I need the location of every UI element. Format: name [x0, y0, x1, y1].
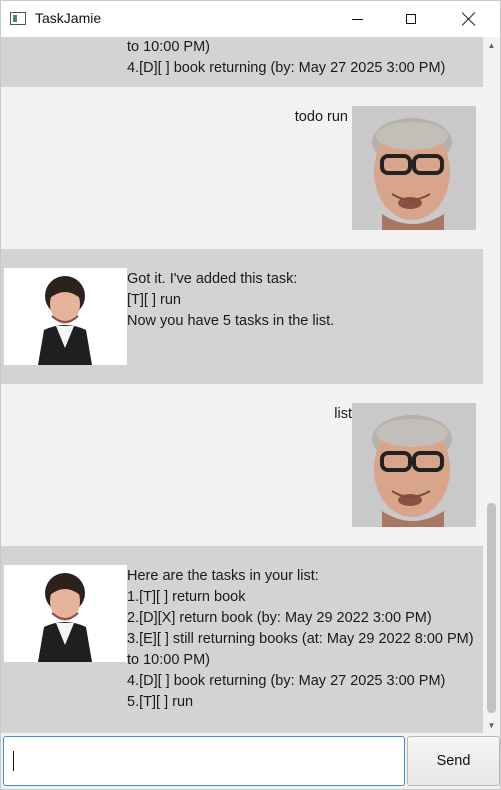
send-button[interactable]: Send — [407, 736, 500, 786]
close-button[interactable] — [446, 1, 492, 37]
message-line: Now you have 5 tasks in the list. — [127, 313, 335, 329]
text-caret — [13, 751, 14, 771]
close-icon — [462, 12, 476, 26]
title-bar: TaskJamie — [1, 1, 500, 37]
message-line: 4.[D][ ] book returning (by: May 27 2025… — [127, 60, 446, 76]
message-line: list — [334, 406, 352, 422]
vertical-scrollbar[interactable]: ▲ ▼ — [483, 37, 500, 733]
message-line: 2.[D][X] return book (by: May 29 2022 3:… — [127, 610, 432, 626]
message-line: Here are the tasks in your list: — [127, 568, 319, 584]
message-input[interactable] — [3, 736, 405, 786]
message-line: 3.[E][ ] still returning books (at: May … — [127, 631, 474, 647]
user-avatar — [352, 106, 476, 230]
app-window: TaskJamie to 10:00 PM) 4.[D][ ] book ret… — [0, 0, 501, 790]
message-line: 1.[T][ ] return book — [127, 589, 246, 605]
message-line: to 10:00 PM) — [127, 652, 211, 668]
bot-message: to 10:00 PM) 4.[D][ ] book returning (by… — [1, 37, 483, 87]
user-message: list — [1, 384, 483, 546]
user-avatar — [352, 403, 476, 527]
window-title: TaskJamie — [35, 10, 102, 26]
message-line: 4.[D][ ] book returning (by: May 27 2025… — [127, 673, 446, 689]
scroll-up-arrow[interactable]: ▲ — [483, 37, 500, 53]
scroll-down-arrow[interactable]: ▼ — [483, 717, 500, 733]
bot-avatar — [4, 268, 127, 365]
message-line: todo run — [294, 109, 348, 125]
bot-message: Got it. I've added this task: [T][ ] run… — [1, 249, 483, 384]
message-line: 5.[T][ ] run — [127, 694, 194, 710]
user-message: todo run — [1, 87, 483, 249]
maximize-button[interactable] — [388, 1, 434, 37]
minimize-icon — [351, 18, 363, 20]
bot-message: Here are the tasks in your list: 1.[T][ … — [1, 546, 483, 733]
message-line: [T][ ] run — [127, 292, 181, 308]
scroll-thumb[interactable] — [487, 503, 496, 713]
maximize-icon — [406, 14, 416, 24]
bot-avatar — [4, 565, 127, 662]
chat-scroll-pane[interactable]: to 10:00 PM) 4.[D][ ] book returning (by… — [1, 37, 483, 733]
input-row: Send — [1, 733, 500, 789]
app-icon — [10, 12, 26, 25]
minimize-button[interactable] — [334, 1, 380, 37]
message-line: to 10:00 PM) — [127, 39, 211, 55]
message-line: Got it. I've added this task: — [127, 271, 298, 287]
